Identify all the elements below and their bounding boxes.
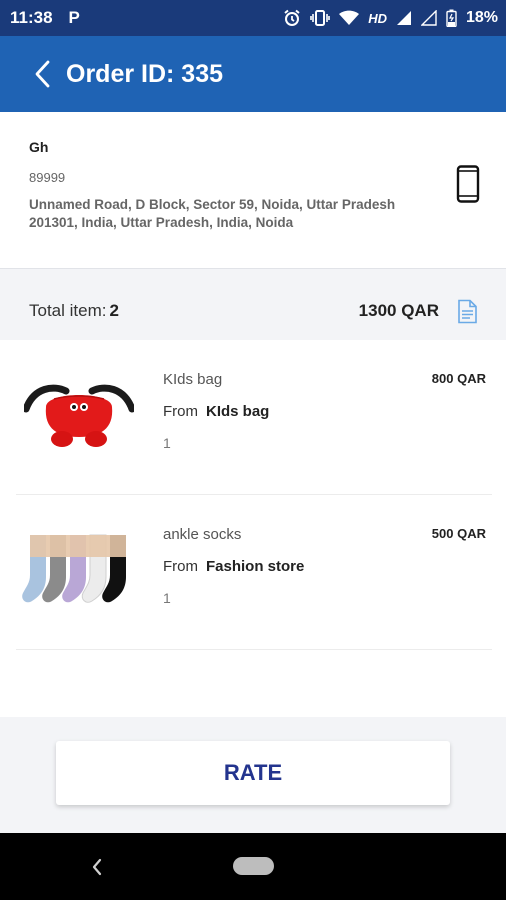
product-quantity: 1 bbox=[163, 590, 171, 606]
status-bar: 11:38 P HD 18% bbox=[0, 0, 506, 36]
from-label: From bbox=[163, 403, 198, 420]
back-button[interactable] bbox=[26, 57, 60, 91]
store-name: Fashion store bbox=[206, 558, 305, 575]
total-amount: 1300 QAR bbox=[358, 301, 439, 320]
total-items-count: 2 bbox=[109, 301, 119, 320]
rate-button[interactable]: RATE bbox=[56, 741, 450, 805]
order-items: KIds bag From KIds bag 1 800 QAR ankle so… bbox=[0, 340, 506, 717]
product-store-line: From Fashion store bbox=[163, 558, 304, 575]
status-icons: HD 18% bbox=[283, 9, 498, 27]
product-image-bag bbox=[20, 362, 138, 472]
product-name: KIds bag bbox=[163, 371, 223, 388]
battery-percent: 18% bbox=[465, 9, 498, 26]
order-item[interactable]: ankle socks From Fashion store 1 500 QAR bbox=[16, 495, 492, 650]
battery-icon bbox=[446, 9, 457, 27]
customer-address: Unnamed Road, D Block, Sector 59, Noida,… bbox=[29, 197, 396, 230]
page-title: Order ID: 335 bbox=[66, 59, 224, 88]
product-image-socks bbox=[20, 517, 138, 627]
network-type-label: HD bbox=[368, 10, 387, 26]
status-time: 11:38 bbox=[10, 8, 53, 27]
product-quantity: 1 bbox=[163, 435, 171, 451]
invoice-button[interactable] bbox=[455, 297, 479, 325]
chevron-left-icon bbox=[92, 858, 102, 876]
store-name: KIds bag bbox=[206, 403, 270, 420]
vibrate-icon bbox=[310, 9, 330, 27]
from-label: From bbox=[163, 558, 198, 575]
system-nav-bar bbox=[0, 833, 506, 900]
signal-icon bbox=[396, 10, 412, 26]
signal-empty-icon bbox=[420, 10, 437, 26]
order-summary: Total item: 2 1300 QAR bbox=[0, 282, 506, 340]
product-name: ankle socks bbox=[163, 526, 242, 543]
order-item[interactable]: KIds bag From KIds bag 1 800 QAR bbox=[16, 340, 492, 495]
document-icon bbox=[457, 299, 477, 323]
product-price: 800 QAR bbox=[431, 371, 486, 386]
alarm-icon bbox=[283, 9, 301, 27]
product-price: 500 QAR bbox=[431, 526, 486, 541]
chevron-left-icon bbox=[35, 60, 50, 88]
address-card: Gh 89999 Unnamed Road, D Block, Sector 5… bbox=[0, 112, 506, 269]
call-button[interactable] bbox=[448, 164, 488, 204]
notification-icon: P bbox=[68, 8, 80, 27]
app-bar: Order ID: 335 bbox=[0, 36, 506, 112]
product-store-line: From KIds bag bbox=[163, 403, 269, 420]
system-home-pill[interactable] bbox=[233, 857, 274, 875]
smartphone-icon bbox=[456, 165, 480, 203]
customer-phone: 89999 bbox=[29, 170, 66, 185]
customer-name: Gh bbox=[29, 139, 49, 155]
total-items-label: Total item: bbox=[29, 301, 107, 320]
wifi-icon bbox=[339, 10, 360, 26]
system-back-button[interactable] bbox=[86, 855, 108, 879]
